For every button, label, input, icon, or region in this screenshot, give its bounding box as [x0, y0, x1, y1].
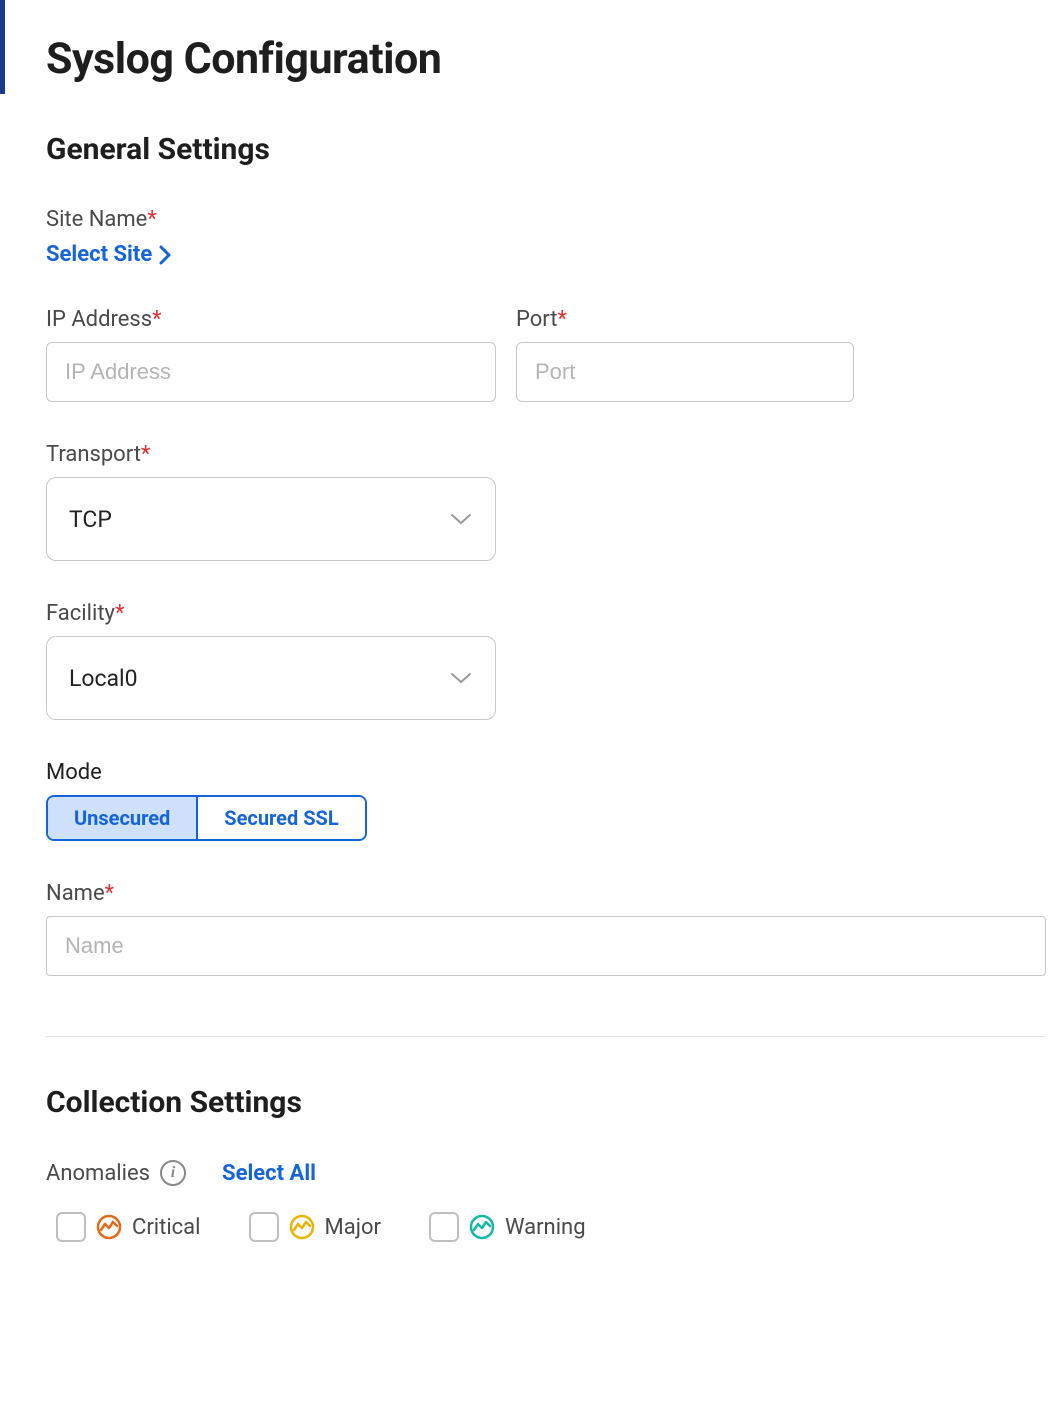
major-label: Major — [325, 1215, 381, 1240]
warning-severity-icon — [469, 1214, 495, 1240]
required-asterisk: * — [105, 881, 114, 906]
critical-label: Critical — [132, 1215, 201, 1240]
site-name-field: Site Name* Select Site — [46, 207, 1056, 267]
name-field: Name* — [46, 881, 1056, 976]
major-severity-icon — [289, 1214, 315, 1240]
chevron-down-icon — [449, 512, 473, 526]
info-icon[interactable]: i — [160, 1160, 186, 1186]
name-label: Name* — [46, 881, 1056, 906]
mode-label: Mode — [46, 760, 1056, 785]
site-name-label: Site Name* — [46, 207, 1056, 232]
transport-field: Transport* TCP — [46, 442, 1056, 561]
name-input[interactable] — [46, 916, 1046, 976]
ip-address-input[interactable] — [46, 342, 496, 402]
critical-checkbox-item[interactable]: Critical — [56, 1212, 201, 1242]
general-settings-heading: General Settings — [46, 132, 1056, 167]
critical-severity-icon — [96, 1214, 122, 1240]
chevron-right-icon — [158, 245, 172, 265]
required-asterisk: * — [147, 207, 156, 232]
transport-select-value: TCP — [69, 506, 112, 533]
warning-label: Warning — [505, 1215, 586, 1240]
warning-checkbox[interactable] — [429, 1212, 459, 1242]
mode-field: Mode Unsecured Secured SSL — [46, 760, 1056, 841]
warning-checkbox-item[interactable]: Warning — [429, 1212, 586, 1242]
mode-unsecured-button[interactable]: Unsecured — [48, 797, 196, 839]
major-checkbox[interactable] — [249, 1212, 279, 1242]
facility-label: Facility* — [46, 601, 1056, 626]
anomalies-row: Anomalies i Select All — [46, 1160, 1056, 1186]
anomalies-label: Anomalies — [46, 1161, 150, 1186]
page-title: Syslog Configuration — [46, 34, 1056, 84]
ip-address-field: IP Address* — [46, 307, 496, 402]
required-asterisk: * — [115, 601, 124, 626]
required-asterisk: * — [141, 442, 150, 467]
port-field: Port* — [516, 307, 854, 402]
required-asterisk: * — [152, 307, 161, 332]
major-checkbox-item[interactable]: Major — [249, 1212, 381, 1242]
left-accent-bar — [0, 0, 5, 94]
facility-select[interactable]: Local0 — [46, 636, 496, 720]
facility-field: Facility* Local0 — [46, 601, 1056, 720]
ip-address-label: IP Address* — [46, 307, 496, 332]
collection-settings-heading: Collection Settings — [46, 1085, 1056, 1120]
section-divider — [46, 1036, 1046, 1037]
port-label: Port* — [516, 307, 854, 332]
required-asterisk: * — [557, 307, 566, 332]
ip-port-row: IP Address* Port* — [46, 307, 1056, 402]
select-all-link[interactable]: Select All — [222, 1161, 316, 1186]
select-site-link[interactable]: Select Site — [46, 242, 172, 267]
chevron-down-icon — [449, 671, 473, 685]
port-input[interactable] — [516, 342, 854, 402]
transport-label: Transport* — [46, 442, 1056, 467]
mode-toggle-group: Unsecured Secured SSL — [46, 795, 367, 841]
mode-secured-ssl-button[interactable]: Secured SSL — [196, 797, 364, 839]
facility-select-value: Local0 — [69, 665, 138, 692]
transport-select[interactable]: TCP — [46, 477, 496, 561]
critical-checkbox[interactable] — [56, 1212, 86, 1242]
severity-checkboxes: Critical Major Warning — [46, 1212, 1056, 1242]
main-content: Syslog Configuration General Settings Si… — [0, 0, 1056, 1242]
